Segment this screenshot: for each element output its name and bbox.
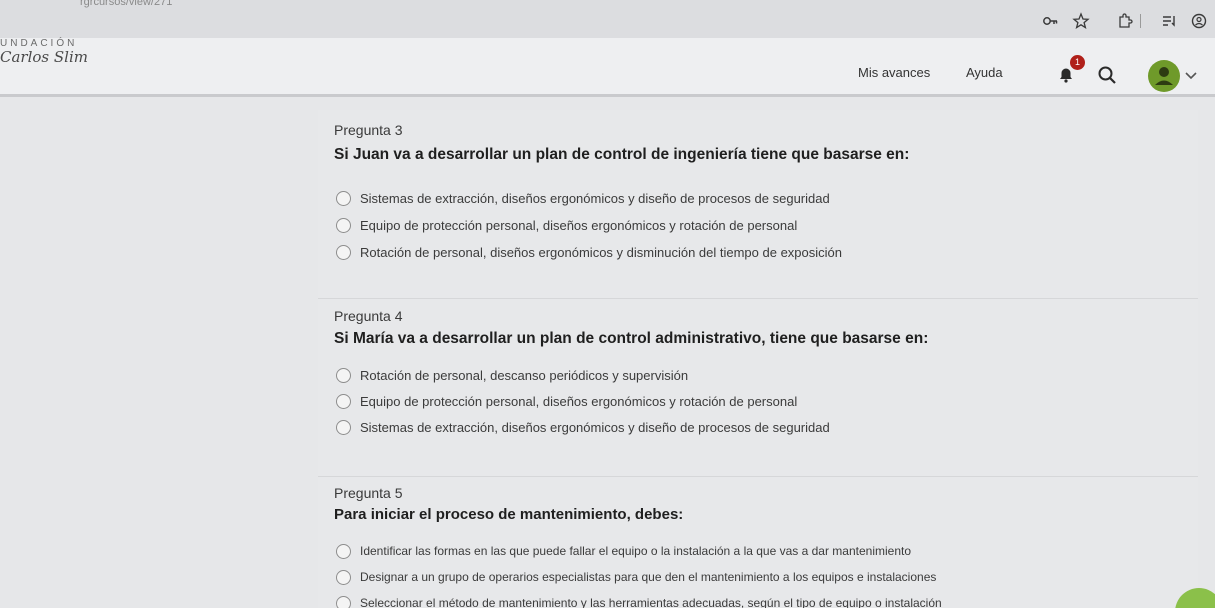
radio-button[interactable]	[336, 393, 351, 409]
profile-icon[interactable]	[1190, 12, 1208, 30]
option-label: Identificar las formas en las que puede …	[360, 544, 911, 558]
question-number: Pregunta 3	[334, 122, 403, 138]
radio-button[interactable]	[336, 595, 351, 608]
page: rgrcursos/view/271 UNDACIÓN Carlos Slim …	[0, 0, 1215, 608]
option-label: Equipo de protección personal, diseños e…	[360, 217, 798, 233]
avatar[interactable]	[1148, 60, 1180, 92]
option-3b[interactable]: Equipo de protección personal, diseños e…	[336, 214, 797, 236]
option-label: Equipo de protección personal, diseños e…	[360, 393, 798, 409]
site-header: UNDACIÓN Carlos Slim Mis avances Ayuda 1	[0, 38, 1215, 97]
question-number: Pregunta 5	[334, 485, 403, 501]
question-3: Pregunta 3 Si Juan va a desarrollar un p…	[318, 110, 1198, 290]
option-3c[interactable]: Rotación de personal, diseños ergonómico…	[336, 241, 842, 263]
chevron-down-icon[interactable]	[1184, 68, 1198, 82]
option-4b[interactable]: Equipo de protección personal, diseños e…	[336, 390, 797, 412]
option-5c[interactable]: Seleccionar el método de mantenimiento y…	[336, 592, 942, 608]
question-number: Pregunta 4	[334, 308, 403, 324]
radio-button[interactable]	[336, 543, 351, 559]
question-text: Si María va a desarrollar un plan de con…	[334, 330, 929, 347]
radio-button[interactable]	[336, 367, 351, 383]
radio-button[interactable]	[336, 244, 351, 260]
option-4a[interactable]: Rotación de personal, descanso periódico…	[336, 364, 688, 386]
reading-list-icon[interactable]	[1160, 12, 1178, 30]
nav-mis-avances[interactable]: Mis avances	[858, 65, 930, 80]
browser-toolbar: rgrcursos/view/271	[0, 0, 1215, 38]
url-bar[interactable]: rgrcursos/view/271	[80, 0, 172, 8]
option-5b[interactable]: Designar a un grupo de operarios especia…	[336, 566, 936, 588]
option-label: Sistemas de extracción, diseños ergonómi…	[360, 190, 830, 206]
option-5a[interactable]: Identificar las formas en las que puede …	[336, 540, 911, 562]
option-label: Seleccionar el método de mantenimiento y…	[360, 596, 942, 608]
question-text: Si Juan va a desarrollar un plan de cont…	[334, 146, 910, 163]
star-icon[interactable]	[1072, 12, 1090, 30]
option-label: Rotación de personal, descanso periódico…	[360, 367, 689, 383]
option-3a[interactable]: Sistemas de extracción, diseños ergonómi…	[336, 187, 830, 209]
radio-button[interactable]	[336, 569, 351, 585]
question-text: Para iniciar el proceso de mantenimiento…	[334, 506, 684, 523]
question-5: Pregunta 5 Para iniciar el proceso de ma…	[318, 476, 1198, 608]
radio-button[interactable]	[336, 190, 351, 206]
radio-button[interactable]	[336, 217, 351, 233]
quiz-content: Pregunta 3 Si Juan va a desarrollar un p…	[318, 110, 1198, 608]
extensions-icon[interactable]	[1116, 12, 1134, 30]
notification-badge: 1	[1070, 55, 1085, 70]
toolbar-divider	[1140, 14, 1141, 28]
logo-signature[interactable]: Carlos Slim	[0, 48, 88, 66]
radio-button[interactable]	[336, 419, 351, 435]
nav-ayuda[interactable]: Ayuda	[966, 65, 1003, 80]
option-label: Rotación de personal, diseños ergonómico…	[360, 244, 842, 260]
key-icon[interactable]	[1042, 12, 1060, 30]
option-4c[interactable]: Sistemas de extracción, diseños ergonómi…	[336, 416, 830, 438]
option-label: Designar a un grupo de operarios especia…	[360, 570, 937, 584]
option-label: Sistemas de extracción, diseños ergonómi…	[360, 419, 830, 435]
search-icon[interactable]	[1096, 64, 1118, 86]
question-4: Pregunta 4 Si María va a desarrollar un …	[318, 298, 1198, 471]
